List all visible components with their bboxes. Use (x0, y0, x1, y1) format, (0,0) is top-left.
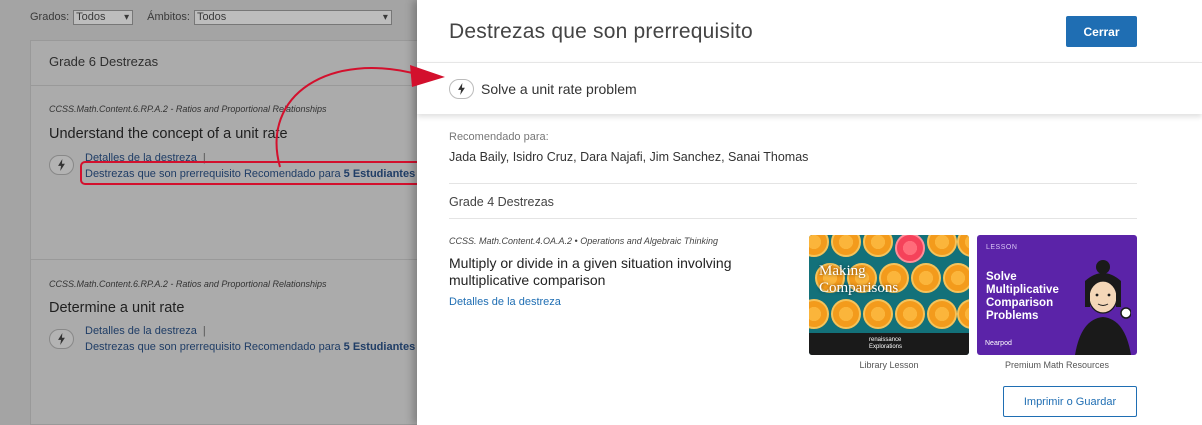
divider (449, 183, 1137, 184)
divider (31, 259, 429, 260)
brand-text: Explorations (869, 344, 903, 350)
close-button[interactable]: Cerrar (1066, 16, 1137, 47)
thumbnail-title: Making Comparisons (819, 263, 899, 296)
thumbnail-brand-bar: renaissance Explorations (809, 333, 969, 355)
drawer-title: Destrezas que son prerrequisito (449, 20, 753, 43)
scopes-select[interactable]: Todos ▾ (193, 9, 392, 25)
orange-slice (957, 235, 969, 257)
orange-slice (895, 299, 925, 329)
grades-select[interactable]: Todos ▾ (73, 9, 134, 25)
lightning-bolt-icon[interactable] (49, 155, 74, 175)
prerequisite-drawer: Destrezas que son prerrequisito Cerrar S… (417, 0, 1202, 425)
skill-details-link[interactable]: Detalles de la destreza | (85, 325, 206, 337)
orange-slice (943, 263, 969, 293)
separator: | (202, 325, 206, 337)
print-or-save-button[interactable]: Imprimir o Guardar (1003, 386, 1137, 417)
prereq-link[interactable]: Destrezas que son prerrequisito (85, 341, 241, 353)
skill-meta: CCSS. Math.Content.4.OA.A.2 • Operations… (449, 236, 718, 246)
orange-slice (863, 299, 893, 329)
scopes-filter-label: Ámbitos: (147, 11, 190, 23)
orange-slice (957, 299, 969, 329)
filter-bar: Grados: Todos ▾ Ámbitos: Todos ▾ (30, 8, 406, 26)
resource-caption: Premium Math Resources (1004, 360, 1110, 370)
prereq-link-row[interactable]: Destrezas que son prerrequisito Recomend… (85, 341, 415, 353)
thumbnail-title: Solve Multiplicative Comparison Problems (986, 271, 1059, 322)
divider (449, 218, 1137, 219)
chevron-down-icon: ▾ (382, 11, 388, 23)
nearpod-logo: Nearpod (985, 340, 1012, 347)
chevron-down-icon: ▾ (124, 11, 130, 23)
orange-slice (831, 235, 861, 257)
scopes-select-value: Todos (196, 10, 227, 23)
orange-slice (863, 235, 893, 257)
recommended-count: 5 Estudiantes (343, 341, 416, 353)
skills-card: Grade 6 Destrezas CCSS.Math.Content.6.RP… (30, 40, 430, 425)
skill-meta: CCSS.Math.Content.6.RP.A.2 - Ratios and … (49, 279, 327, 289)
card-title: Grade 6 Destrezas (49, 54, 159, 69)
orange-slice (927, 299, 957, 329)
divider (31, 85, 429, 86)
library-lesson-thumbnail[interactable]: Making Comparisons renaissance Explorati… (809, 235, 969, 355)
skill-title: Multiply or divide in a given situation … (449, 255, 732, 288)
skill-details-link[interactable]: Detalles de la destreza (449, 296, 561, 308)
skill-title: Understand the concept of a unit rate (49, 126, 288, 142)
grade-label: Grade 4 Destrezas (449, 195, 554, 209)
brand-top-text: renaissance (869, 337, 902, 343)
skill-meta: CCSS.Math.Content.6.RP.A.2 - Ratios and … (49, 104, 327, 114)
grapefruit-slice (895, 235, 925, 263)
recommended-prefix: Recomendado para (243, 341, 341, 353)
student-illustration-icon (1075, 260, 1131, 355)
drawer-header: Destrezas que son prerrequisito Cerrar (417, 0, 1202, 62)
premium-resource-thumbnail[interactable]: LESSON Solve Multiplicative Comparison P… (977, 235, 1137, 355)
orange-slice (809, 235, 829, 257)
orange-slice (809, 299, 829, 329)
orange-slice (831, 299, 861, 329)
resource-caption: Library Lesson (859, 360, 919, 370)
selected-skill-label: Solve a unit rate problem (481, 81, 637, 97)
grades-select-value: Todos (76, 10, 106, 23)
selected-skill-bar: Solve a unit rate problem (417, 62, 1202, 114)
orange-slice (927, 235, 957, 257)
recommended-names: Jada Baily, Isidro Cruz, Dara Najafi, Ji… (449, 150, 809, 164)
thumbnail-brand: renaissance Explorations (869, 337, 902, 351)
skill-title: Determine a unit rate (49, 300, 185, 316)
lightning-bolt-icon (449, 79, 474, 99)
lightning-bolt-icon[interactable] (49, 329, 74, 349)
recommended-label: Recomendado para: (449, 131, 549, 143)
highlight-annotation-box (80, 161, 426, 185)
skill-details-text[interactable]: Detalles de la destreza (85, 325, 197, 337)
thumbnail-kicker: LESSON (986, 244, 1018, 251)
grades-filter-label: Grados: (30, 11, 70, 23)
